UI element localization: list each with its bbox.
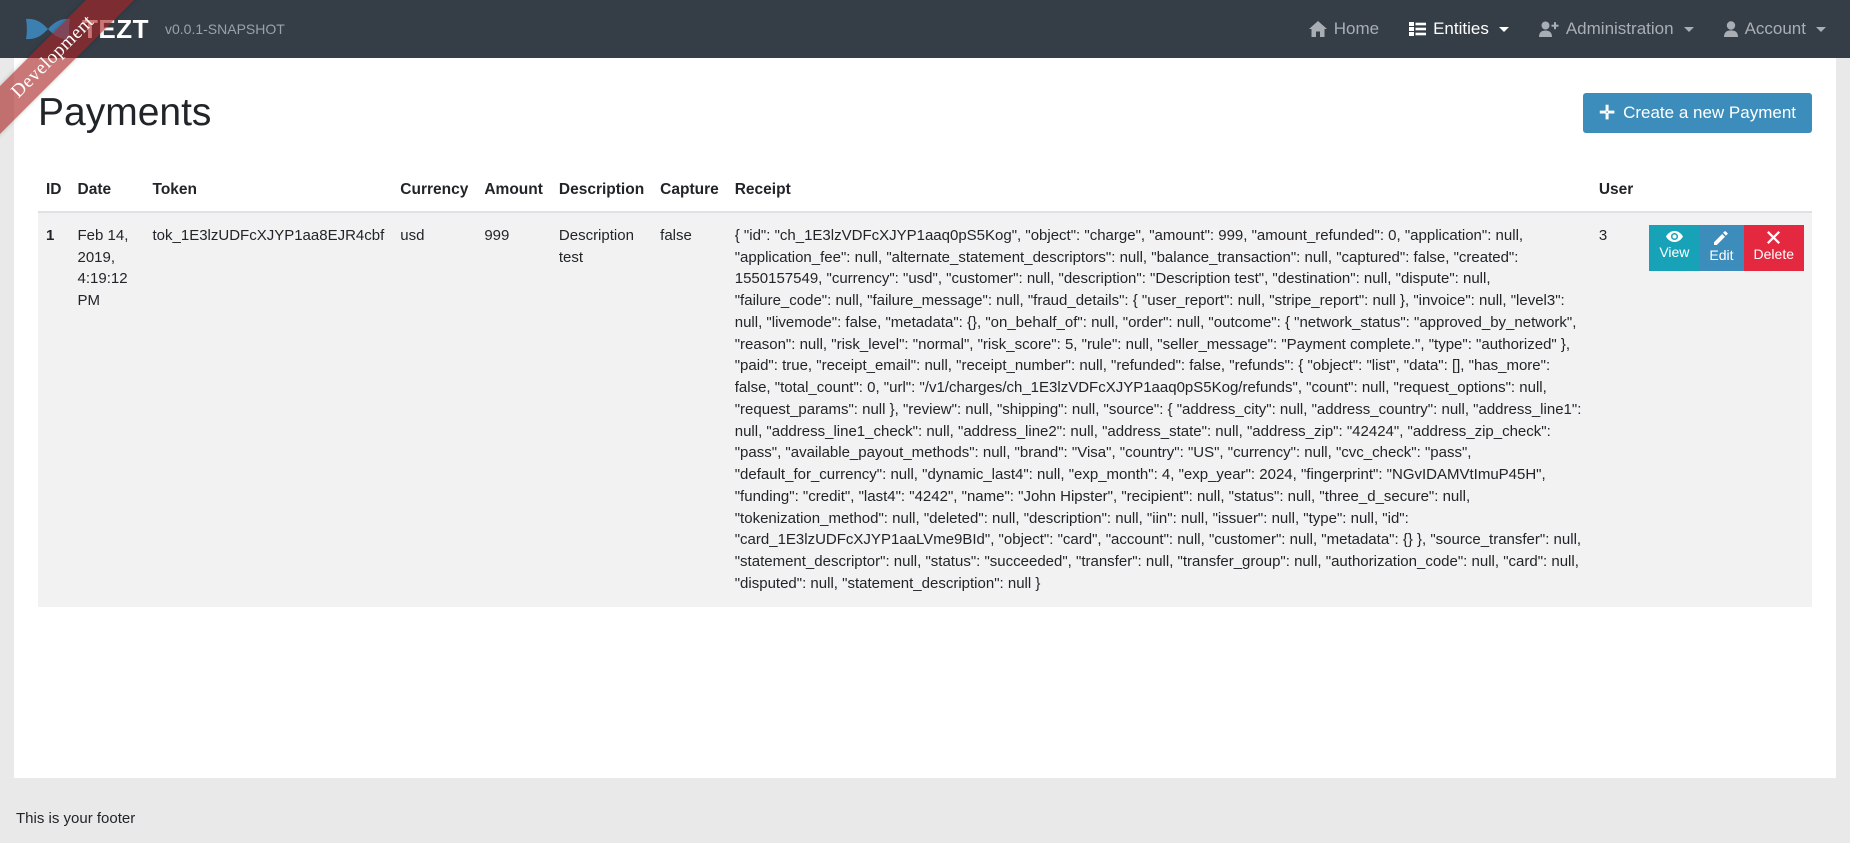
nav-item-administration[interactable]: Administration bbox=[1538, 19, 1694, 39]
create-payment-button-label: Create a new Payment bbox=[1623, 103, 1796, 123]
column-header-id[interactable]: ID bbox=[38, 170, 70, 213]
page-header: Payments ✛ Create a new Payment bbox=[38, 58, 1812, 137]
column-header-token[interactable]: Token bbox=[144, 170, 393, 213]
pencil-icon bbox=[1714, 230, 1729, 245]
cell-date: Feb 14, 2019, 4:19:12 PM bbox=[69, 211, 145, 607]
chevron-down-icon bbox=[1683, 26, 1694, 32]
edit-button-label: Edit bbox=[1709, 246, 1734, 263]
cell-amount: 999 bbox=[476, 211, 551, 607]
footer-text: This is your footer bbox=[16, 810, 136, 827]
user-plus-icon bbox=[1538, 21, 1559, 37]
plus-icon: ✛ bbox=[1599, 102, 1616, 124]
nav-item-home[interactable]: Home bbox=[1308, 19, 1380, 39]
page-footer: This is your footer bbox=[0, 796, 1850, 841]
column-header-currency[interactable]: Currency bbox=[392, 170, 477, 213]
delete-button[interactable]: Delete bbox=[1743, 224, 1804, 271]
chevron-down-icon bbox=[1498, 26, 1509, 32]
user-icon bbox=[1723, 21, 1738, 37]
column-header-user[interactable]: User bbox=[1590, 170, 1642, 213]
nav-item-entities[interactable]: Entities bbox=[1409, 19, 1509, 39]
footer-spacer bbox=[0, 778, 1850, 796]
payments-table: ID Date Token Currency Amount Descriptio… bbox=[38, 170, 1812, 607]
eye-icon bbox=[1665, 230, 1683, 242]
top-navbar: TEZT v0.0.1-SNAPSHOT Home Entities Admin… bbox=[0, 0, 1850, 58]
list-icon bbox=[1409, 22, 1427, 36]
table-body: 1 Feb 14, 2019, 4:19:12 PM tok_1E3lzUDFc… bbox=[38, 211, 1812, 607]
page-background: Payments ✛ Create a new Payment ID Date … bbox=[0, 58, 1850, 843]
cell-description: Description test bbox=[550, 211, 653, 607]
delete-button-label: Delete bbox=[1753, 245, 1794, 262]
nav-item-entities-label: Entities bbox=[1433, 19, 1489, 38]
table-header-row: ID Date Token Currency Amount Descriptio… bbox=[38, 170, 1812, 213]
cell-currency: usd bbox=[392, 211, 477, 607]
brand-link[interactable]: TEZT v0.0.1-SNAPSHOT bbox=[24, 16, 285, 42]
table-row: 1 Feb 14, 2019, 4:19:12 PM tok_1E3lzUDFc… bbox=[38, 211, 1812, 607]
column-header-date[interactable]: Date bbox=[69, 170, 145, 213]
column-header-capture[interactable]: Capture bbox=[652, 170, 727, 213]
cell-actions: View Edit Delete bbox=[1641, 211, 1812, 607]
view-button-label: View bbox=[1659, 243, 1690, 260]
create-payment-button[interactable]: ✛ Create a new Payment bbox=[1583, 93, 1812, 134]
nav-item-administration-label: Administration bbox=[1565, 19, 1674, 38]
table-header: ID Date Token Currency Amount Descriptio… bbox=[38, 170, 1812, 213]
brand-name: TEZT bbox=[82, 14, 149, 44]
close-icon bbox=[1767, 230, 1781, 244]
row-action-buttons: View Edit Delete bbox=[1649, 224, 1804, 271]
column-header-description[interactable]: Description bbox=[550, 170, 653, 213]
cell-token: tok_1E3lzUDFcXJYP1aa8EJR4cbf bbox=[144, 211, 393, 607]
view-button[interactable]: View bbox=[1649, 224, 1700, 271]
column-header-amount[interactable]: Amount bbox=[476, 170, 551, 213]
column-header-receipt[interactable]: Receipt bbox=[726, 170, 1591, 213]
bowtie-logo-icon bbox=[24, 16, 72, 42]
chevron-down-icon bbox=[1816, 26, 1826, 32]
cell-user: 3 bbox=[1590, 211, 1642, 607]
column-header-actions bbox=[1641, 170, 1812, 213]
cell-id: 1 bbox=[38, 211, 70, 607]
nav-links: Home Entities Administration Account bbox=[1308, 19, 1826, 39]
home-icon bbox=[1308, 21, 1327, 37]
cell-receipt: { "id": "ch_1E3lzVDFcXJYP1aaq0pS5Kog", "… bbox=[726, 211, 1591, 607]
content-container: Payments ✛ Create a new Payment ID Date … bbox=[14, 58, 1836, 778]
nav-item-home-label: Home bbox=[1333, 19, 1380, 38]
edit-button[interactable]: Edit bbox=[1699, 224, 1744, 271]
cell-capture: false bbox=[652, 211, 727, 607]
page-title: Payments bbox=[38, 91, 212, 134]
nav-item-account[interactable]: Account bbox=[1723, 19, 1826, 39]
brand-version: v0.0.1-SNAPSHOT bbox=[165, 21, 285, 37]
nav-item-account-label: Account bbox=[1744, 19, 1806, 38]
